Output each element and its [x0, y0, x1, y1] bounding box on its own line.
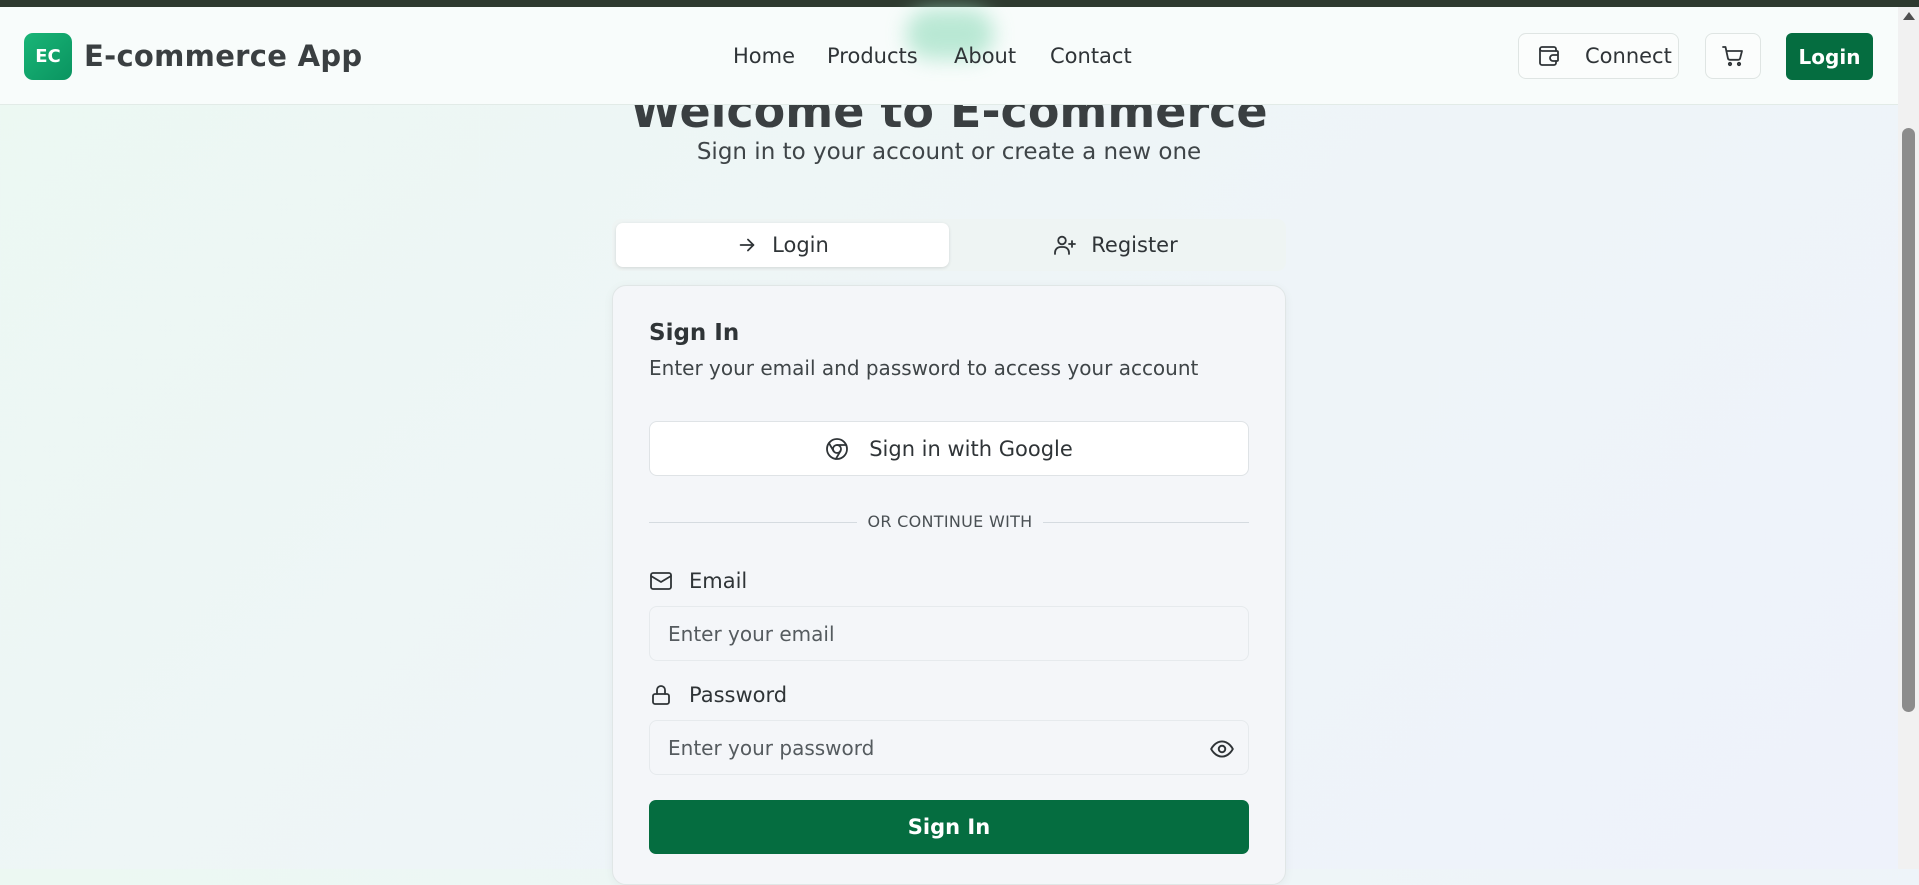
site-header: EC E-commerce App Home Products About Co… [0, 7, 1898, 105]
cart-button[interactable] [1705, 33, 1761, 79]
email-field[interactable] [649, 606, 1249, 661]
nav-contact[interactable]: Contact [1050, 44, 1132, 68]
password-field[interactable] [649, 720, 1249, 775]
cart-icon [1721, 44, 1745, 68]
connect-wallet-button[interactable]: Connect [1518, 33, 1679, 79]
email-label: Email [649, 569, 747, 593]
nav-home[interactable]: Home [733, 44, 795, 68]
email-label-text: Email [689, 569, 748, 593]
scrollbar-thumb[interactable] [1902, 128, 1915, 712]
arrow-right-icon [736, 234, 758, 256]
nav-about[interactable]: About [954, 44, 1016, 68]
card-title: Sign In [649, 320, 740, 346]
card-description: Enter your email and password to access … [649, 356, 1199, 380]
tab-register[interactable]: Register [949, 223, 1282, 267]
user-plus-icon [1053, 233, 1077, 257]
password-label: Password [649, 683, 787, 707]
auth-tabs: Login Register [612, 219, 1286, 271]
tab-login-label: Login [772, 233, 829, 257]
eye-icon[interactable] [1209, 736, 1235, 762]
signin-submit-button[interactable]: Sign In [649, 800, 1249, 854]
google-signin-label: Sign in with Google [869, 436, 1073, 461]
nav-products[interactable]: Products [827, 44, 918, 68]
header-login-button[interactable]: Login [1786, 33, 1873, 80]
scroll-up-arrow-icon[interactable] [1903, 12, 1915, 20]
lock-icon [649, 683, 673, 707]
chrome-icon [825, 437, 849, 461]
connect-label: Connect [1585, 44, 1672, 68]
logo-badge[interactable]: EC [24, 33, 72, 80]
app-name[interactable]: E-commerce App [84, 39, 362, 73]
page-subtitle: Sign in to your account or create a new … [696, 139, 1202, 165]
tab-register-label: Register [1091, 233, 1178, 257]
google-signin-button[interactable]: Sign in with Google [649, 421, 1249, 476]
password-label-text: Password [689, 683, 788, 707]
mail-icon [649, 569, 673, 593]
signin-card: Sign In Enter your email and password to… [612, 285, 1286, 885]
divider-text: OR CONTINUE WITH [857, 512, 1043, 531]
tab-login[interactable]: Login [616, 223, 949, 267]
wallet-icon [1537, 44, 1561, 68]
divider-label: OR CONTINUE WITH [613, 512, 1287, 531]
window-top-strip [0, 0, 1919, 7]
